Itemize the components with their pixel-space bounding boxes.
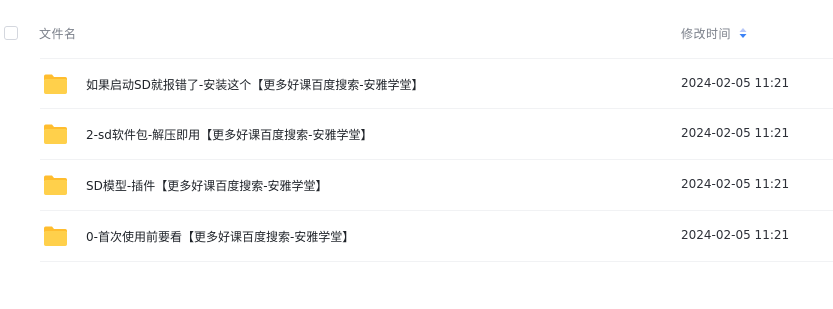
file-modified-time: 2024-02-05 11:21 bbox=[681, 126, 790, 140]
sort-arrows-icon[interactable] bbox=[738, 26, 748, 40]
file-row[interactable]: 2-sd软件包-解压即用【更多好课百度搜索-安雅学堂】 2024-02-05 1… bbox=[40, 109, 833, 160]
file-row[interactable]: 如果启动SD就报错了-安装这个【更多好课百度搜索-安雅学堂】 2024-02-0… bbox=[40, 58, 833, 109]
file-row[interactable]: SD模型-插件【更多好课百度搜索-安雅学堂】 2024-02-05 11:21 bbox=[40, 160, 833, 211]
column-header-modified-time[interactable]: 修改时间 bbox=[681, 25, 731, 42]
file-name[interactable]: 如果启动SD就报错了-安装这个【更多好课百度搜索-安雅学堂】 bbox=[86, 76, 424, 93]
file-list-view: 文件名 修改时间 如果启动SD就报错了-安装这个【更多好课百度搜索-安雅学堂】 … bbox=[0, 0, 833, 309]
file-name[interactable]: 2-sd软件包-解压即用【更多好课百度搜索-安雅学堂】 bbox=[86, 126, 373, 143]
folder-icon bbox=[44, 74, 67, 94]
column-header-name[interactable]: 文件名 bbox=[39, 25, 77, 42]
file-name[interactable]: SD模型-插件【更多好课百度搜索-安雅学堂】 bbox=[86, 177, 328, 194]
file-modified-time: 2024-02-05 11:21 bbox=[681, 76, 790, 90]
file-modified-time: 2024-02-05 11:21 bbox=[681, 177, 790, 191]
select-all-checkbox[interactable] bbox=[4, 26, 18, 40]
file-rows: 如果启动SD就报错了-安装这个【更多好课百度搜索-安雅学堂】 2024-02-0… bbox=[0, 58, 833, 262]
file-row[interactable]: 0-首次使用前要看【更多好课百度搜索-安雅学堂】 2024-02-05 11:2… bbox=[40, 211, 833, 262]
file-name[interactable]: 0-首次使用前要看【更多好课百度搜索-安雅学堂】 bbox=[86, 228, 354, 245]
folder-icon bbox=[44, 124, 67, 144]
file-list-header: 文件名 修改时间 bbox=[0, 0, 833, 58]
folder-icon bbox=[44, 226, 67, 246]
folder-icon bbox=[44, 175, 67, 195]
file-modified-time: 2024-02-05 11:21 bbox=[681, 228, 790, 242]
